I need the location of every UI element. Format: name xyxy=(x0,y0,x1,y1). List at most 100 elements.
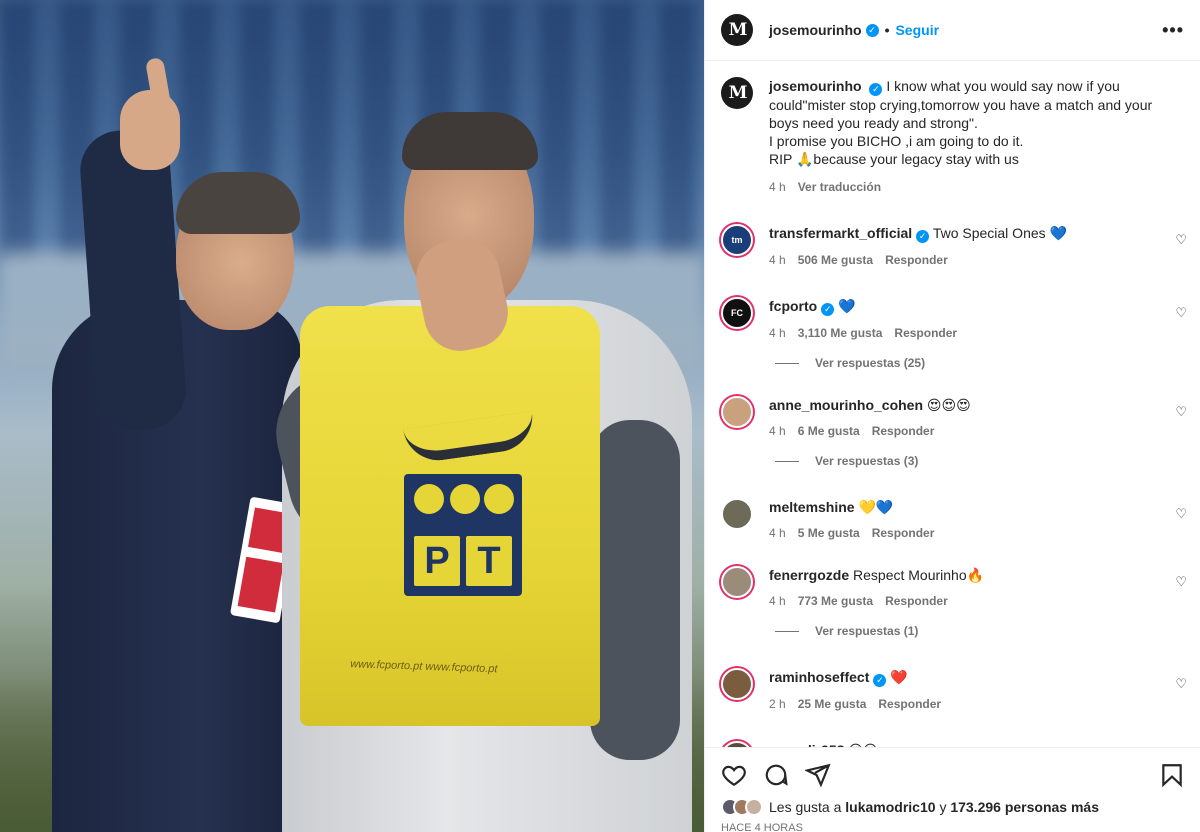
replies-divider xyxy=(775,460,799,462)
comments-scroll-area[interactable]: M josemourinho ✓ I know what you would s… xyxy=(705,61,1200,747)
share-icon[interactable] xyxy=(805,762,831,788)
comment-row: meltemshine 💛💙 4 h 5 Me gusta Responder ♡ xyxy=(705,498,1200,540)
comment-like-heart-icon[interactable]: ♡ xyxy=(1175,574,1187,590)
caption-line: I promise you BICHO ,i am going to do it… xyxy=(769,133,1024,149)
comment-row: raminhoseffect ✓ ❤️ 2 h 25 Me gusta Responde… xyxy=(705,668,1200,711)
reply-button[interactable]: Responder xyxy=(885,594,948,608)
commenter-username[interactable]: fcporto xyxy=(769,298,817,314)
comment-item: raminhoseffect ✓ ❤️ 2 h 25 Me gusta Responde… xyxy=(705,668,1200,711)
heart-icon[interactable] xyxy=(721,762,747,788)
reply-button[interactable]: Responder xyxy=(894,326,957,340)
caption-line: boys need you ready and strong". xyxy=(769,115,978,131)
view-replies-link[interactable]: Ver respuestas (3) xyxy=(775,454,1200,468)
left-man-hand xyxy=(120,90,180,170)
replies-divider xyxy=(775,630,799,632)
comment-time: 4 h xyxy=(769,594,786,608)
reply-button[interactable]: Responder xyxy=(872,424,935,438)
comment-time: 4 h xyxy=(769,424,786,438)
comment-likes[interactable]: 6 Me gusta xyxy=(798,424,860,438)
comment-likes[interactable]: 3,110 Me gusta xyxy=(798,326,883,340)
post-caption: M josemourinho ✓ I know what you would s… xyxy=(705,61,1200,196)
comment-like-heart-icon[interactable]: ♡ xyxy=(1175,232,1187,248)
caption-avatar[interactable]: M xyxy=(721,77,753,109)
comment-likes[interactable]: 773 Me gusta xyxy=(798,594,873,608)
commenter-avatar[interactable] xyxy=(721,668,753,700)
verified-icon: ✓ xyxy=(821,303,835,316)
comment-meta: 4 h 3,110 Me gusta Responder xyxy=(769,326,1185,340)
likes-prefix: Les gusta a xyxy=(769,799,842,815)
view-replies-link[interactable]: Ver respuestas (1) xyxy=(775,624,1200,638)
likes-count-link[interactable]: 173.296 personas más xyxy=(950,799,1099,815)
reply-button[interactable]: Responder xyxy=(872,526,935,540)
post-side-panel: M josemourinho ✓ • Seguir ••• M josemour… xyxy=(704,0,1200,832)
post-footer: Les gusta a lukamodric10 y 173.296 perso… xyxy=(705,747,1200,832)
verified-icon: ✓ xyxy=(865,23,879,37)
follow-button[interactable]: Seguir xyxy=(895,22,939,38)
commenter-username[interactable]: meltemshine xyxy=(769,499,855,515)
commenter-avatar[interactable] xyxy=(721,396,753,428)
more-icon[interactable]: ••• xyxy=(1162,20,1184,41)
comment-row: fenerrgozde Respect Mourinho🔥 4 h 773 Me g… xyxy=(705,566,1200,608)
left-man-hair xyxy=(176,172,300,234)
action-bar xyxy=(705,748,1200,788)
comment-meta: 4 h 6 Me gusta Responder xyxy=(769,424,1185,438)
translate-link[interactable]: Ver traducción xyxy=(798,178,881,196)
comment-item: tm transfermarkt_official ✓ Two Special On… xyxy=(705,224,1200,267)
comment-like-heart-icon[interactable]: ♡ xyxy=(1175,305,1187,321)
post-time-ago: Hace 4 horas xyxy=(721,822,803,832)
reply-button[interactable]: Responder xyxy=(885,253,948,267)
reply-button[interactable]: Responder xyxy=(878,697,941,711)
comment-like-heart-icon[interactable]: ♡ xyxy=(1175,506,1187,522)
caption-line: RIP 🙏because your legacy stay with us xyxy=(769,151,1019,167)
comments-list: tm transfermarkt_official ✓ Two Special On… xyxy=(705,224,1200,747)
comment-time: 4 h xyxy=(769,526,786,540)
commenter-avatar[interactable] xyxy=(721,498,753,530)
verified-icon: ✓ xyxy=(873,674,887,687)
commenter-username[interactable]: raminhoseffect xyxy=(769,669,869,685)
likes-user-link[interactable]: lukamodric10 xyxy=(845,799,935,815)
caption-time: 4 h xyxy=(769,180,786,194)
comment-time: 4 h xyxy=(769,326,786,340)
comment-like-heart-icon[interactable]: ♡ xyxy=(1175,676,1187,692)
verified-icon: ✓ xyxy=(916,230,930,243)
comment-text: ❤️ xyxy=(890,669,908,685)
view-replies-link[interactable]: Ver respuestas (25) xyxy=(775,356,1200,370)
right-man-right-sleeve xyxy=(590,420,680,760)
comment-likes[interactable]: 25 Me gusta xyxy=(798,697,867,711)
bib-sponsor-logo: PT xyxy=(404,474,522,596)
caption-username[interactable]: josemourinho xyxy=(769,78,862,94)
comment-meta: 4 h 5 Me gusta Responder xyxy=(769,526,1185,540)
comment-likes[interactable]: 5 Me gusta xyxy=(798,526,860,540)
post-window: PT www.fcporto.pt www.fcporto.pt M josem… xyxy=(0,0,1200,832)
commenter-avatar[interactable] xyxy=(721,566,753,598)
commenter-username[interactable]: transfermarkt_official xyxy=(769,225,912,241)
author-avatar[interactable]: M xyxy=(721,14,753,46)
caption-line: I know what you would say now if you xyxy=(886,78,1120,94)
author-username[interactable]: josemourinho xyxy=(769,22,862,38)
comment-meta: 2 h 25 Me gusta Responder xyxy=(769,697,1185,711)
comment-time: 4 h xyxy=(769,253,786,267)
comment-text: 💛💙 xyxy=(858,499,894,515)
liker-avatars xyxy=(721,798,763,816)
post-photo[interactable]: PT www.fcporto.pt www.fcporto.pt xyxy=(0,0,704,832)
replies-divider xyxy=(775,362,799,364)
comment-item: FC fcporto ✓ 💙 4 h 3,110 Me gusta Responder ♡ V… xyxy=(705,297,1200,370)
caption-line: could"mister stop crying,tomorrow you ha… xyxy=(769,97,1153,113)
comment-like-heart-icon[interactable]: ♡ xyxy=(1175,404,1187,420)
comment-item: fenerrgozde Respect Mourinho🔥 4 h 773 Me g… xyxy=(705,566,1200,638)
commenter-username[interactable]: anne_mourinho_cohen xyxy=(769,397,923,413)
comment-icon[interactable] xyxy=(763,762,789,788)
comment-meta: 4 h 773 Me gusta Responder xyxy=(769,594,1185,608)
verified-icon: ✓ xyxy=(869,83,883,96)
comment-likes[interactable]: 506 Me gusta xyxy=(798,253,873,267)
commenter-avatar[interactable]: FC xyxy=(721,297,753,329)
commenter-username[interactable]: fenerrgozde xyxy=(769,567,849,583)
comment-row: FC fcporto ✓ 💙 4 h 3,110 Me gusta Responder ♡ xyxy=(705,297,1200,340)
right-man-hair xyxy=(402,112,538,170)
commenter-avatar[interactable]: tm xyxy=(721,224,753,256)
likes-mid: y xyxy=(939,799,947,815)
comment-row: tm transfermarkt_official ✓ Two Special On… xyxy=(705,224,1200,267)
bookmark-icon[interactable] xyxy=(1159,762,1185,788)
comment-meta: 4 h 506 Me gusta Responder xyxy=(769,253,1185,267)
separator-dot: • xyxy=(884,22,890,38)
